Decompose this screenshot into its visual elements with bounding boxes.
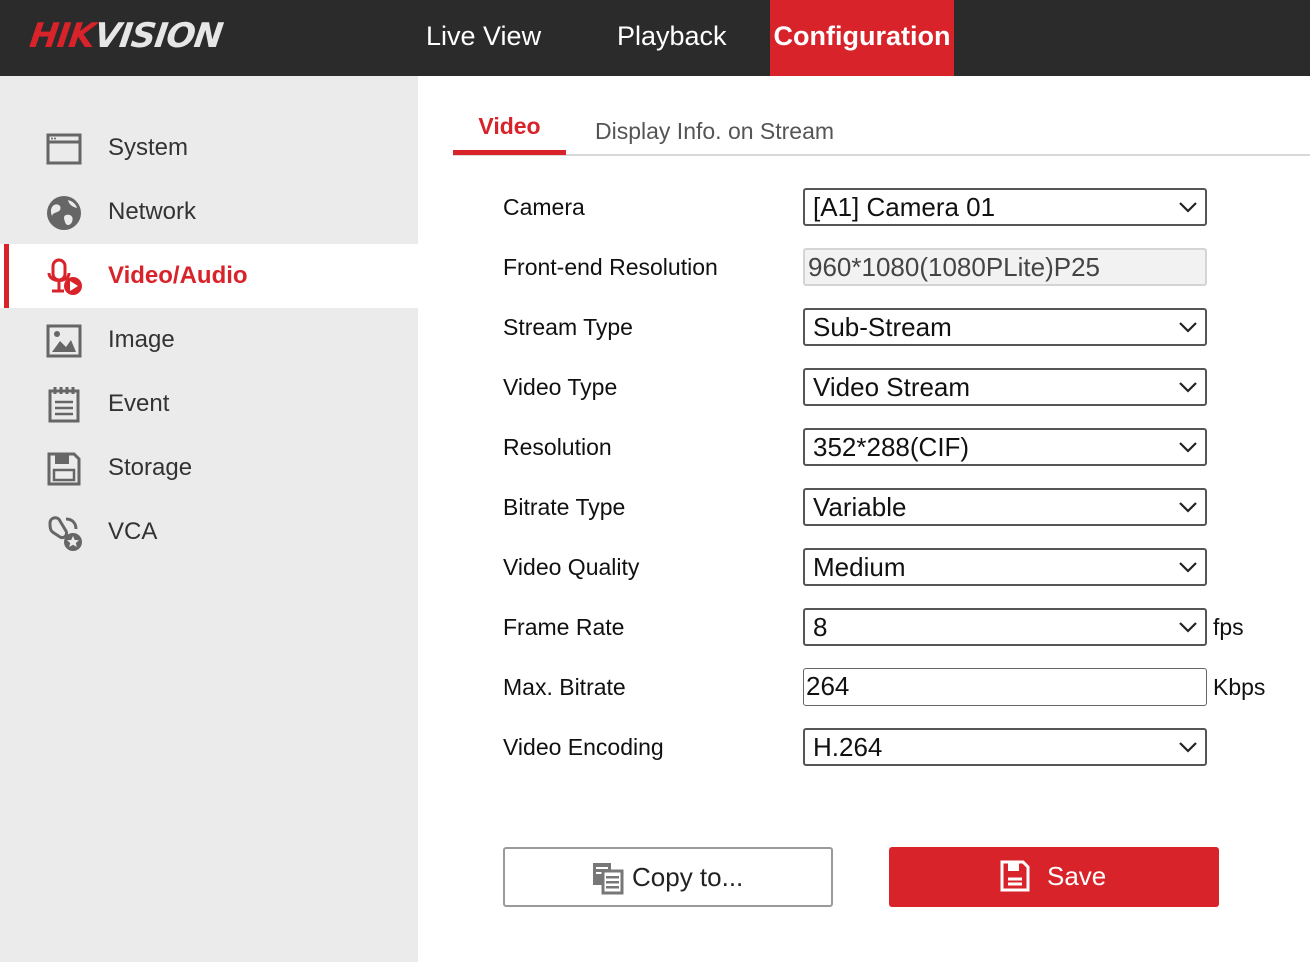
chevron-down-icon — [1179, 562, 1197, 573]
video-type-value: Video Stream — [813, 372, 971, 402]
sidebar-item-image[interactable]: Image — [0, 308, 418, 372]
video-quality-select[interactable]: Medium — [803, 548, 1207, 586]
active-tab-underline — [453, 150, 566, 155]
chevron-down-icon — [1179, 442, 1197, 453]
video-encoding-value: H.264 — [813, 732, 883, 762]
resolution-label: Resolution — [503, 434, 612, 460]
sidebar-item-label: Image — [108, 326, 175, 353]
frame-rate-label: Frame Rate — [503, 614, 625, 640]
sidebar: System Network Video/Audio Image Event S… — [0, 76, 418, 962]
chevron-down-icon — [1179, 502, 1197, 513]
bitrate-type-value: Variable — [813, 492, 907, 522]
tabs-divider — [453, 154, 1310, 156]
nav-live-view[interactable]: Live View — [426, 0, 541, 76]
vca-icon — [48, 516, 82, 551]
sidebar-item-storage[interactable]: Storage — [0, 436, 418, 500]
globe-icon — [47, 196, 81, 230]
front-end-resolution-field: 960*1080(1080PLite)P25 — [803, 248, 1207, 286]
frame-rate-value: 8 — [813, 612, 828, 642]
camera-select[interactable]: [A1] Camera 01 — [803, 188, 1207, 226]
sidebar-item-label: Storage — [108, 454, 193, 481]
sidebar-item-vca[interactable]: VCA — [0, 500, 418, 564]
stream-type-value: Sub-Stream — [813, 312, 952, 342]
save-label: Save — [1047, 861, 1107, 891]
calendar-list-icon — [48, 387, 80, 423]
copy-to-button[interactable]: Copy to... — [503, 847, 833, 907]
stream-type-select[interactable]: Sub-Stream — [803, 308, 1207, 346]
sidebar-item-label: VCA — [108, 518, 158, 545]
chevron-down-icon — [1179, 622, 1197, 633]
sidebar-item-video-audio[interactable]: Video/Audio — [0, 244, 418, 308]
floppy-icon — [1000, 860, 1030, 892]
active-indicator — [4, 244, 9, 308]
front-end-resolution-value: 960*1080(1080PLite)P25 — [808, 252, 1101, 282]
max-bitrate-unit: Kbps — [1213, 674, 1266, 700]
copy-to-label: Copy to... — [632, 862, 744, 892]
nav-configuration[interactable]: Configuration — [770, 0, 954, 76]
tab-display-info-on-stream[interactable]: Display Info. on Stream — [595, 113, 834, 159]
sidebar-item-system[interactable]: System — [0, 116, 418, 180]
resolution-value: 352*288(CIF) — [813, 432, 970, 462]
bitrate-type-label: Bitrate Type — [503, 494, 626, 520]
max-bitrate-value: 264 — [806, 671, 850, 701]
max-bitrate-label: Max. Bitrate — [503, 674, 626, 700]
sidebar-item-label: Video/Audio — [108, 262, 248, 289]
chevron-down-icon — [1179, 322, 1197, 333]
resolution-select[interactable]: 352*288(CIF) — [803, 428, 1207, 466]
sidebar-item-label: Network — [108, 198, 197, 225]
tab-video[interactable]: Video — [453, 108, 566, 154]
microphone-video-icon — [47, 258, 82, 295]
video-type-label: Video Type — [503, 374, 618, 400]
copy-icon — [593, 863, 624, 895]
sidebar-item-label: System — [108, 134, 189, 161]
frame-rate-select[interactable]: 8 — [803, 608, 1207, 646]
max-bitrate-input[interactable]: 264 — [803, 668, 1207, 706]
window-icon — [46, 133, 82, 165]
video-quality-value: Medium — [813, 552, 906, 582]
video-encoding-label: Video Encoding — [503, 734, 664, 760]
sidebar-item-network[interactable]: Network — [0, 180, 418, 244]
chevron-down-icon — [1179, 202, 1197, 213]
top-navigation-bar: HIKVISION Live View Playback Configurati… — [0, 0, 1310, 76]
save-button[interactable]: Save — [889, 847, 1219, 907]
camera-select-value: [A1] Camera 01 — [813, 192, 996, 222]
bitrate-type-select[interactable]: Variable — [803, 488, 1207, 526]
sidebar-item-event[interactable]: Event — [0, 372, 418, 436]
camera-label: Camera — [503, 194, 585, 220]
image-icon — [46, 324, 82, 358]
stream-type-label: Stream Type — [503, 314, 633, 340]
sidebar-item-label: Event — [108, 390, 170, 417]
frame-rate-unit: fps — [1213, 614, 1244, 640]
front-end-resolution-label: Front-end Resolution — [503, 254, 718, 280]
chevron-down-icon — [1179, 742, 1197, 753]
nav-playback[interactable]: Playback — [617, 0, 727, 76]
floppy-icon — [47, 452, 81, 486]
video-quality-label: Video Quality — [503, 554, 640, 580]
video-encoding-select[interactable]: H.264 — [803, 728, 1207, 766]
chevron-down-icon — [1179, 382, 1197, 393]
hikvision-logo: HIKVISION — [27, 16, 225, 56]
video-type-select[interactable]: Video Stream — [803, 368, 1207, 406]
